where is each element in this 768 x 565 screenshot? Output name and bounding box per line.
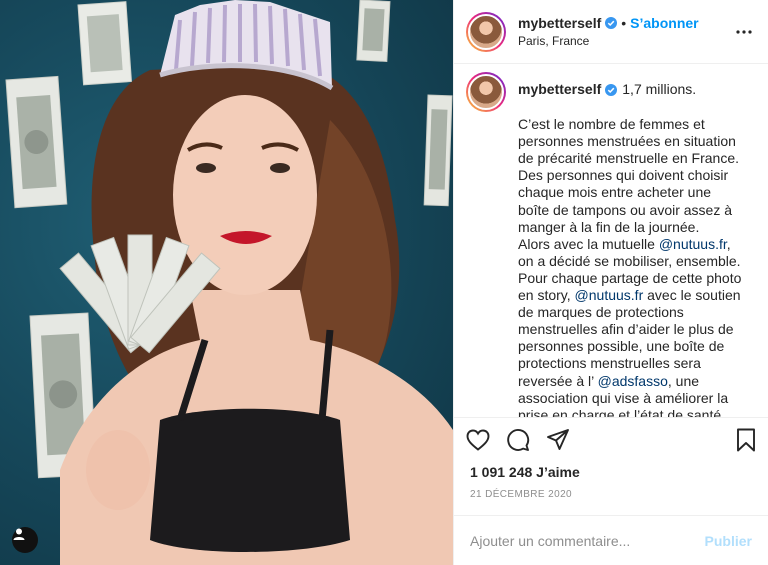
verified-badge-icon	[605, 83, 618, 96]
more-options-icon[interactable]	[732, 20, 756, 44]
header-username[interactable]: mybetterself	[518, 15, 601, 31]
caption-scroll-area[interactable]: mybetterself 1,7 millions. C’est le nomb…	[454, 64, 768, 417]
caption-paragraph-2: Alors avec la mutuelle @nutuus.fr, on a …	[518, 236, 744, 417]
caption-header: mybetterself 1,7 millions.	[518, 81, 744, 98]
separator-dot: •	[621, 15, 627, 31]
post-date[interactable]: 21 DÉCEMBRE 2020	[454, 483, 768, 507]
banknote	[356, 0, 391, 63]
comment-bubble-icon[interactable]	[506, 420, 546, 460]
post-side-panel: mybetterself • S’abonner Paris, France m…	[453, 0, 768, 565]
comment-form: Publier	[454, 515, 768, 565]
paper-plane-icon[interactable]	[546, 420, 586, 460]
hand	[86, 430, 150, 510]
action-bar	[454, 417, 768, 461]
avatar[interactable]	[466, 11, 506, 52]
post-photo[interactable]	[0, 0, 453, 565]
like-count[interactable]: 1 091 248 J’aime	[454, 461, 768, 483]
caption-username[interactable]: mybetterself	[518, 81, 601, 98]
header-row: mybetterself • S’abonner	[518, 15, 732, 31]
caption-text: mybetterself 1,7 millions. C’est le nomb…	[518, 72, 744, 417]
publish-button[interactable]: Publier	[705, 533, 752, 549]
mention-link[interactable]: @adsfasso	[598, 373, 668, 389]
instagram-post: mybetterself • S’abonner Paris, France m…	[0, 0, 768, 565]
verified-badge-icon	[605, 17, 618, 29]
header-text: mybetterself • S’abonner Paris, France	[518, 15, 732, 48]
person-glyph	[13, 528, 25, 540]
user-tag-icon[interactable]	[12, 527, 38, 553]
black-top	[150, 408, 350, 552]
caption-row: mybetterself 1,7 millions. C’est le nomb…	[466, 72, 752, 417]
eye	[196, 163, 216, 173]
eye	[270, 163, 290, 173]
comment-input[interactable]	[470, 532, 705, 549]
mention-link[interactable]: @nutuus.fr	[659, 236, 727, 252]
bookmark-icon[interactable]	[716, 420, 756, 460]
caption-title: 1,7 millions.	[622, 81, 697, 97]
caption-text-segment: Alors avec la mutuelle	[518, 235, 659, 252]
caption-paragraph-1: C’est le nombre de femmes et personnes m…	[518, 116, 739, 235]
banknote	[77, 1, 132, 86]
follow-button[interactable]: S’abonner	[630, 15, 698, 31]
heart-icon[interactable]	[466, 420, 506, 460]
caption-avatar[interactable]	[466, 72, 506, 112]
mention-link[interactable]: @nutuus.fr	[575, 287, 644, 303]
location-link[interactable]: Paris, France	[518, 34, 732, 48]
post-header: mybetterself • S’abonner Paris, France	[454, 0, 768, 64]
banknote	[423, 94, 453, 207]
banknote	[5, 75, 68, 209]
photo-illustration	[5, 0, 453, 565]
